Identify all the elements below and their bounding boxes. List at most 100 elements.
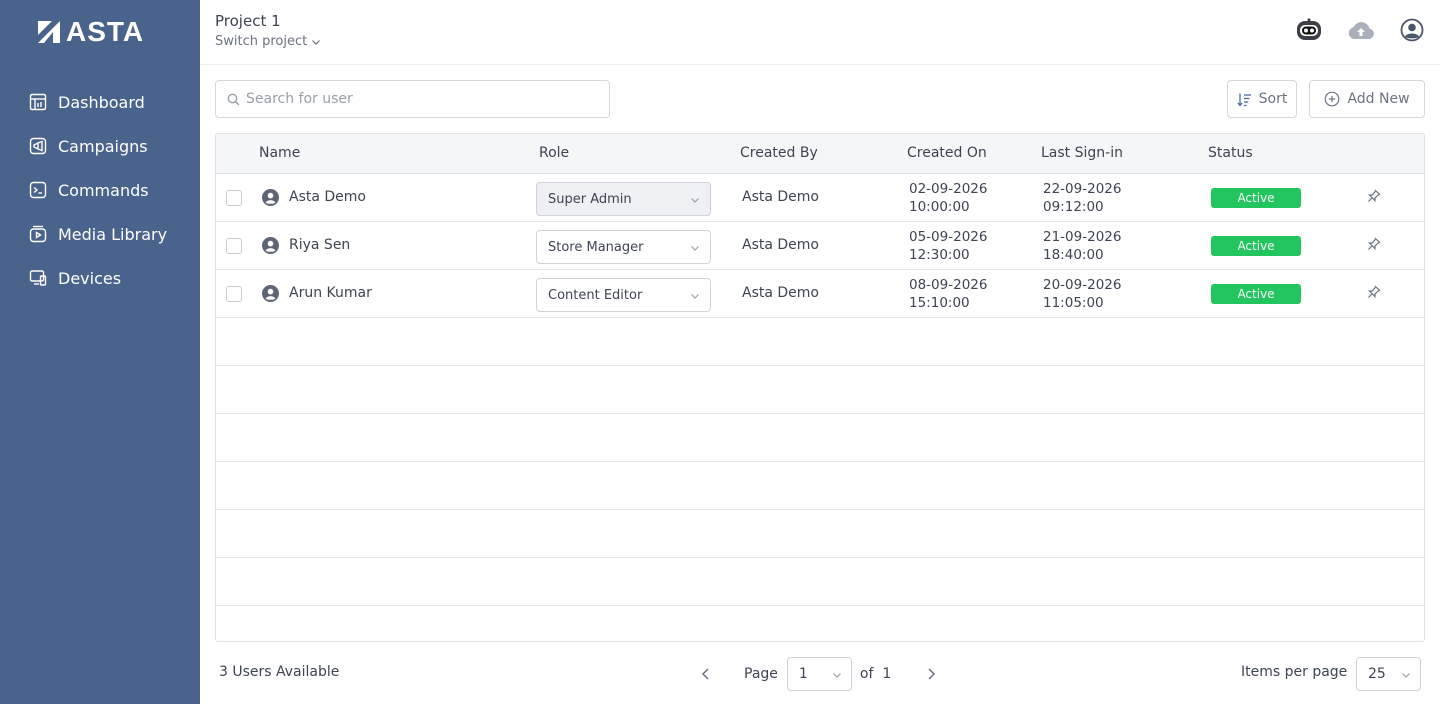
chevron-left-icon	[701, 668, 709, 680]
chevron-down-icon	[691, 198, 699, 203]
brand-logo[interactable]: ASTA	[36, 18, 144, 46]
user-avatar-icon	[262, 189, 279, 206]
row-checkbox[interactable]	[226, 286, 242, 302]
brand-name: ASTA	[66, 16, 145, 47]
last-signin-time: 18:40:00	[1043, 247, 1104, 263]
last-signin: 21-09-2026 18:40:00	[1043, 228, 1121, 264]
top-bar: Project 1 Switch project	[200, 0, 1440, 65]
sidebar-item-label: Media Library	[58, 224, 168, 244]
user-name: Riya Sen	[289, 237, 351, 253]
sidebar-item-devices[interactable]: Devices	[0, 256, 200, 300]
empty-table-row	[216, 606, 1424, 641]
sidebar-item-campaigns[interactable]: Campaigns	[0, 124, 200, 168]
table-header: Name Role Created By Created On Last Sig…	[216, 134, 1424, 174]
column-header-name[interactable]: Name	[259, 145, 300, 161]
plus-circle-icon	[1325, 91, 1340, 107]
created-on: 08-09-2026 15:10:00	[909, 276, 987, 312]
users-count: 3 Users Available	[219, 664, 340, 680]
project-title: Project 1	[215, 12, 281, 30]
user-avatar-icon	[262, 237, 279, 254]
sidebar-item-media-library[interactable]: Media Library	[0, 212, 200, 256]
sidebar-item-label: Commands	[58, 180, 149, 200]
sidebar-nav: Dashboard Campaigns Commands Media Libra…	[0, 80, 200, 300]
status-badge: Active	[1211, 188, 1301, 208]
sidebar-item-label: Devices	[58, 268, 122, 288]
sidebar-item-label: Dashboard	[58, 92, 145, 112]
pagination: Page 1 of 1	[700, 657, 937, 691]
terminal-icon	[28, 180, 48, 200]
role-select[interactable]: Store Manager	[536, 230, 711, 264]
search-box	[215, 80, 610, 118]
cloud-upload-icon[interactable]	[1346, 19, 1376, 41]
previous-page-button[interactable]	[700, 667, 712, 681]
created-on: 05-09-2026 12:30:00	[909, 228, 987, 264]
column-header-status[interactable]: Status	[1208, 145, 1253, 161]
sidebar-item-dashboard[interactable]: Dashboard	[0, 80, 200, 124]
status-badge: Active	[1211, 236, 1301, 256]
role-value: Content Editor	[548, 287, 643, 303]
dashboard-icon	[28, 92, 48, 112]
page-value: 1	[798, 666, 808, 682]
robot-icon[interactable]	[1296, 18, 1322, 42]
page-label: Page	[744, 666, 778, 682]
add-new-button[interactable]: Add New	[1309, 80, 1425, 118]
chevron-down-icon	[312, 39, 321, 45]
table-row[interactable]: Riya Sen Store Manager Asta Demo 05-09-2…	[216, 222, 1424, 270]
pin-icon[interactable]	[1367, 237, 1381, 251]
items-per-page-label: Items per page	[1241, 664, 1348, 680]
switch-project-label: Switch project	[215, 34, 308, 49]
last-signin: 20-09-2026 11:05:00	[1043, 276, 1121, 312]
header-actions	[1272, 18, 1424, 42]
column-header-last-signin[interactable]: Last Sign-in	[1041, 145, 1123, 161]
role-select[interactable]: Content Editor	[536, 278, 711, 312]
table-row[interactable]: Asta Demo Super Admin Asta Demo 02-09-20…	[216, 174, 1424, 222]
column-header-created-by[interactable]: Created By	[740, 145, 818, 161]
empty-table-row	[216, 414, 1424, 462]
sidebar-item-label: Campaigns	[58, 136, 148, 156]
row-checkbox[interactable]	[226, 190, 242, 206]
column-header-created-on[interactable]: Created On	[907, 145, 987, 161]
last-signin: 22-09-2026 09:12:00	[1043, 180, 1121, 216]
empty-table-row	[216, 462, 1424, 510]
chevron-right-icon	[928, 668, 936, 680]
devices-icon	[28, 268, 48, 288]
user-avatar-icon	[262, 285, 279, 302]
items-per-page-select[interactable]: 25	[1356, 657, 1421, 691]
row-checkbox[interactable]	[226, 238, 242, 254]
last-signin-date: 20-09-2026	[1043, 277, 1122, 293]
empty-table-row	[216, 558, 1424, 606]
user-account-icon[interactable]	[1400, 18, 1424, 42]
empty-table-row	[216, 366, 1424, 414]
created-on: 02-09-2026 10:00:00	[909, 180, 987, 216]
table-row[interactable]: Arun Kumar Content Editor Asta Demo 08-0…	[216, 270, 1424, 318]
last-signin-time: 11:05:00	[1043, 295, 1104, 311]
chevron-down-icon	[691, 294, 699, 299]
sort-icon	[1237, 93, 1251, 107]
campaigns-icon	[28, 136, 48, 156]
add-new-label: Add New	[1347, 91, 1410, 107]
column-header-role[interactable]: Role	[539, 145, 569, 161]
role-value: Super Admin	[548, 191, 632, 207]
last-signin-date: 22-09-2026	[1043, 181, 1122, 197]
chevron-down-icon	[832, 673, 841, 678]
search-input[interactable]	[246, 91, 586, 107]
total-pages: 1	[882, 666, 892, 682]
user-name: Asta Demo	[289, 189, 366, 205]
last-signin-time: 09:12:00	[1043, 199, 1104, 215]
search-icon	[227, 93, 240, 105]
items-per-page-value: 25	[1368, 666, 1386, 682]
role-value: Store Manager	[548, 239, 644, 255]
created-by: Asta Demo	[742, 189, 819, 205]
sidebar-item-commands[interactable]: Commands	[0, 168, 200, 212]
asta-logo-icon	[38, 21, 60, 43]
switch-project-dropdown[interactable]: Switch project	[215, 34, 321, 49]
created-on-date: 02-09-2026	[909, 181, 988, 197]
next-page-button[interactable]	[925, 667, 937, 681]
pin-icon[interactable]	[1367, 189, 1381, 203]
sort-button[interactable]: Sort	[1227, 80, 1297, 118]
created-on-date: 08-09-2026	[909, 277, 988, 293]
pin-icon[interactable]	[1367, 285, 1381, 299]
role-select[interactable]: Super Admin	[536, 182, 711, 216]
page-select[interactable]: 1	[786, 657, 852, 691]
empty-table-row	[216, 510, 1424, 558]
